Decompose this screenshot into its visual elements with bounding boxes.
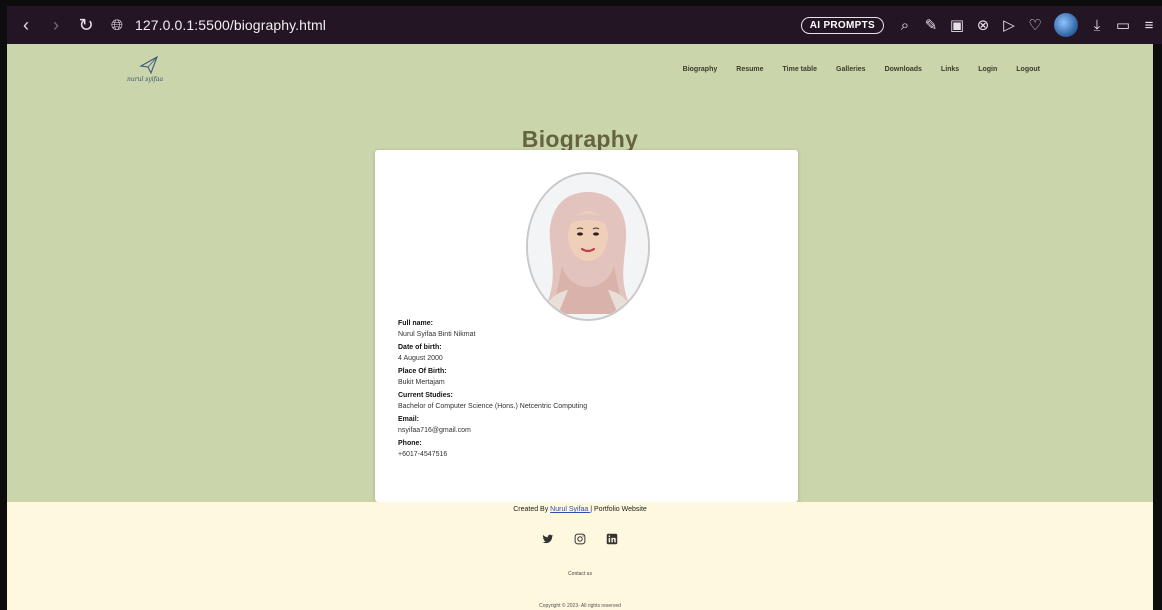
reload-icon[interactable]: ↻ <box>75 14 97 36</box>
profile-avatar[interactable] <box>1054 13 1078 37</box>
page-viewport: nurul syifaa Biography Resume Time table… <box>7 44 1153 610</box>
phone-value: +6017-4547516 <box>398 451 448 458</box>
social-links <box>7 532 1153 546</box>
credit-suffix: | Portfolio Website <box>590 506 647 513</box>
phone-label: Phone: <box>398 440 422 447</box>
date-of-birth-value: 4 August 2000 <box>398 355 443 362</box>
close-circle-icon[interactable]: ⊗ <box>971 13 995 37</box>
full-name-value: Nurul Syifaa Binti Nikmat <box>398 331 476 338</box>
place-of-birth-label: Place Of Birth: <box>398 368 447 375</box>
date-of-birth-label: Date of birth: <box>398 344 442 351</box>
current-studies-label: Current Studies: <box>398 392 453 399</box>
download-icon[interactable]: ⤓ <box>1085 13 1109 37</box>
browser-toolbar: ‹ › ↻ 🌐︎ 127.0.0.1:5500/biography.html A… <box>7 6 1162 44</box>
camera-icon[interactable]: ▣ <box>945 13 969 37</box>
author-link[interactable]: Nurul Syifaa <box>550 506 590 513</box>
nav-resume[interactable]: Resume <box>736 66 763 73</box>
site-header: nurul syifaa Biography Resume Time table… <box>7 44 1153 104</box>
bio-details: Full name: Nurul Syifaa Binti Nikmat Dat… <box>398 316 778 460</box>
address-bar[interactable]: 127.0.0.1:5500/biography.html <box>135 17 326 33</box>
nav-login[interactable]: Login <box>978 66 997 73</box>
send-icon[interactable]: ▷ <box>997 13 1021 37</box>
profile-photo <box>526 172 650 321</box>
nav-biography[interactable]: Biography <box>683 66 718 73</box>
logo-text: nurul syifaa <box>127 76 164 83</box>
site-logo[interactable]: nurul syifaa <box>127 56 171 90</box>
page-title: Biography <box>521 126 639 152</box>
nav-time-table[interactable]: Time table <box>783 66 818 73</box>
search-icon[interactable]: ⌕ <box>893 13 917 37</box>
copyright-text: Copyright © 2023- All rights reserved <box>539 603 621 609</box>
paper-plane-icon <box>139 56 158 74</box>
footer-credit: Created By Nurul Syifaa | Portfolio Webs… <box>7 506 1153 513</box>
instagram-icon[interactable] <box>573 532 587 546</box>
full-name-label: Full name: <box>398 320 434 327</box>
main-nav: Biography Resume Time table Galleries Do… <box>664 66 1040 73</box>
back-icon[interactable]: ‹ <box>15 14 37 36</box>
nav-links[interactable]: Links <box>941 66 959 73</box>
ai-prompts-button[interactable]: AI PROMPTS <box>800 16 884 34</box>
place-of-birth-value: Bukit Mertajam <box>398 379 445 386</box>
twitter-icon[interactable] <box>541 532 555 546</box>
site-footer: Created By Nurul Syifaa | Portfolio Webs… <box>7 502 1153 610</box>
site-info-icon[interactable]: 🌐︎ <box>111 17 123 34</box>
battery-icon[interactable]: ▭ <box>1111 13 1135 37</box>
credit-prefix: Created By <box>513 506 551 513</box>
heart-icon[interactable]: ♡ <box>1023 13 1047 37</box>
menu-icon[interactable]: ≡ <box>1137 13 1161 37</box>
nav-logout[interactable]: Logout <box>1016 66 1040 73</box>
contact-link[interactable]: Contact us <box>7 571 1153 577</box>
email-label: Email: <box>398 416 420 423</box>
nav-galleries[interactable]: Galleries <box>836 66 866 73</box>
email-value: nsyifaa716@gmail.com <box>398 427 471 434</box>
nav-downloads[interactable]: Downloads <box>885 66 922 73</box>
forward-icon[interactable]: › <box>45 14 67 36</box>
edit-icon[interactable]: ✎ <box>919 13 943 37</box>
linkedin-icon[interactable] <box>605 532 619 546</box>
biography-card: Full name: Nurul Syifaa Binti Nikmat Dat… <box>375 150 798 502</box>
current-studies-value: Bachelor of Computer Science (Hons.) Net… <box>398 403 588 410</box>
